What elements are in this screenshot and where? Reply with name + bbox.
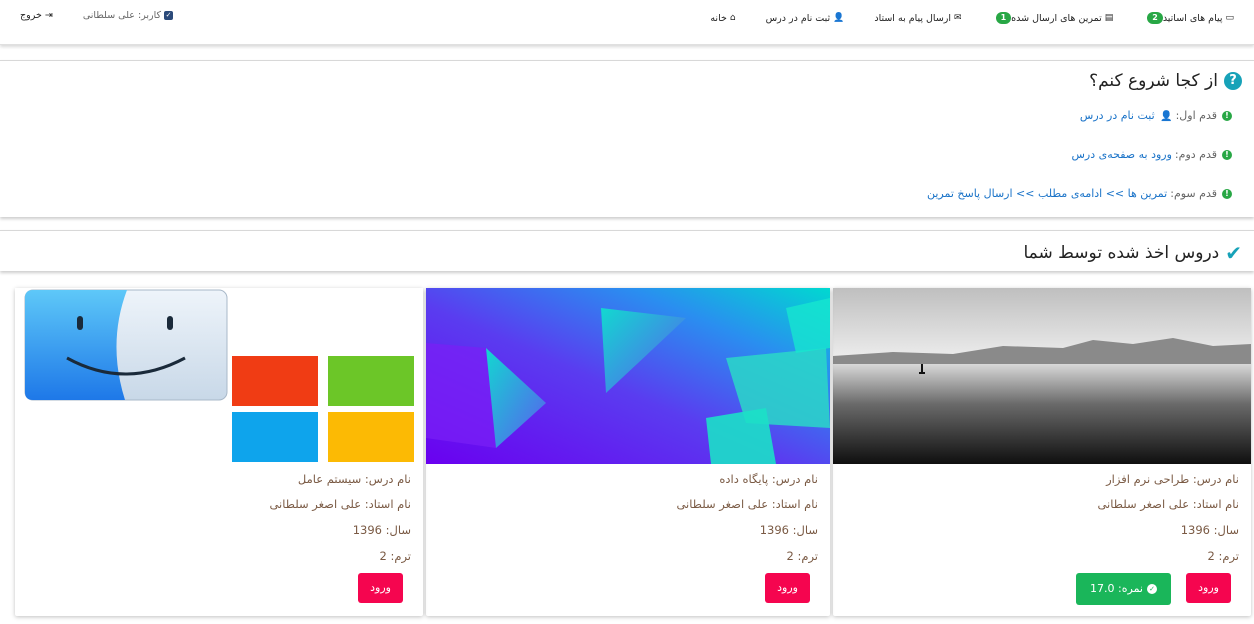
- course-name: نام درس: سیستم عامل: [297, 472, 411, 486]
- course-image-sea: [833, 288, 1251, 464]
- step-prefix: قدم دوم:: [1174, 148, 1217, 161]
- step-2: ! قدم دوم: ورود به صفحه‌ی درس: [1071, 148, 1232, 161]
- nav-item-teacher-messages[interactable]: ▭ پیام های اساتید 2: [1143, 12, 1234, 24]
- course-term: ترم: 2: [379, 549, 411, 563]
- getting-started-panel: ? از کجا شروع کنم؟ ! قدم اول: 👤 ثبت نام …: [0, 60, 1254, 217]
- course-year: سال: 1396: [352, 523, 411, 537]
- enter-button[interactable]: ورود: [765, 573, 810, 603]
- course-card-software-design: نام درس: طراحی نرم افزار نام استاد: علی …: [833, 288, 1251, 616]
- courses-title: ✔ دروس اخذ شده توسط شما: [1024, 241, 1243, 265]
- user-info[interactable]: ✓ کاربر: علی سلطانی: [82, 10, 174, 21]
- nav-item-label: پیام های اساتید: [1162, 12, 1223, 24]
- check-icon: ✔: [1225, 241, 1242, 265]
- top-navbar: ⌂ خانه 👤 ثبت نام در درس ✉ ارسال پیام به …: [0, 0, 1254, 45]
- step-prefix: قدم سوم:: [1170, 187, 1217, 200]
- exclamation-circle-icon: !: [1222, 188, 1232, 199]
- step-1-link[interactable]: 👤 ثبت نام در درس: [1080, 109, 1173, 122]
- count-badge: 1: [995, 12, 1012, 24]
- nav-item-register[interactable]: 👤 ثبت نام در درس: [766, 13, 845, 24]
- course-term: ترم: 2: [1207, 549, 1239, 563]
- nav-item-label: تمرین های ارسال شده: [1011, 12, 1102, 24]
- grade-button[interactable]: ✓ نمره: 17.0: [1076, 573, 1171, 605]
- user-label: کاربر: علی سلطانی: [82, 10, 162, 21]
- step-3: ! قدم سوم: تمرین ها >> ادامه‌ی مطلب >> ا…: [927, 187, 1232, 200]
- courses-header-panel: ✔ دروس اخذ شده توسط شما: [0, 230, 1254, 271]
- nav-item-home[interactable]: ⌂ خانه: [710, 13, 735, 24]
- nav-item-label: ارسال پیام به استاد: [874, 12, 952, 24]
- step-3-link[interactable]: تمرین ها >> ادامه‌ی مطلب >> ارسال پاسخ ت…: [927, 187, 1167, 200]
- course-year: سال: 1396: [1180, 523, 1239, 537]
- sign-out-icon: ⇥: [44, 10, 53, 21]
- enter-button[interactable]: ورود: [358, 573, 403, 603]
- check-circle-icon: ✓: [1147, 584, 1157, 594]
- logout-label: خروج: [20, 10, 42, 21]
- exclamation-circle-icon: !: [1222, 110, 1232, 121]
- getting-started-title: ? از کجا شروع کنم؟: [1089, 71, 1242, 91]
- course-teacher: نام استاد: علی اصغر سلطانی: [1097, 497, 1239, 511]
- nav-item-label: خانه: [710, 12, 727, 24]
- step-link-text: ثبت نام در درس: [1079, 109, 1155, 122]
- user-plus-icon: 👤: [1160, 111, 1173, 122]
- course-name: نام درس: طراحی نرم افزار: [1106, 472, 1239, 486]
- home-icon: ⌂: [729, 13, 736, 23]
- nav-item-send-message[interactable]: ✉ ارسال پیام به استاد: [874, 13, 961, 24]
- panel-title-text: دروس اخذ شده توسط شما: [1023, 243, 1220, 263]
- enter-button[interactable]: ورود: [1186, 573, 1231, 603]
- nav-item-label: ثبت نام در درس: [765, 12, 831, 24]
- grade-label: نمره: 17.0: [1090, 582, 1143, 595]
- envelope-icon: ✉: [954, 13, 962, 23]
- file-icon: ▤: [1104, 13, 1114, 23]
- nav-menu: ⌂ خانه 👤 ثبت نام در درس ✉ ارسال پیام به …: [680, 10, 1234, 26]
- nav-user-area: ✓ کاربر: علی سلطانی ⇥ خروج: [20, 10, 174, 21]
- course-card-operating-system: نام درس: سیستم عامل نام استاد: علی اصغر …: [15, 288, 423, 616]
- step-prefix: قدم اول:: [1175, 109, 1217, 122]
- user-plus-icon: 👤: [833, 13, 845, 23]
- course-teacher: نام استاد: علی اصغر سلطانی: [269, 497, 411, 511]
- nav-item-sent-exercises[interactable]: ▤ تمرین های ارسال شده 1: [992, 12, 1114, 24]
- step-1: ! قدم اول: 👤 ثبت نام در درس: [1080, 109, 1232, 122]
- course-teacher: نام استاد: علی اصغر سلطانی: [676, 497, 818, 511]
- inbox-icon: ▭: [1225, 13, 1234, 23]
- logout-link[interactable]: ⇥ خروج: [20, 10, 53, 21]
- course-term: ترم: 2: [786, 549, 818, 563]
- step-2-link[interactable]: ورود به صفحه‌ی درس: [1071, 148, 1171, 161]
- course-name: نام درس: پایگاه داده: [719, 472, 818, 486]
- count-badge: 2: [1147, 12, 1163, 24]
- course-card-database: نام درس: پایگاه داده نام استاد: علی اصغر…: [426, 288, 830, 616]
- course-year: سال: 1396: [759, 523, 818, 537]
- check-square-icon: ✓: [164, 11, 174, 20]
- course-image-geometric: [426, 288, 830, 464]
- panel-title-text: از کجا شروع کنم؟: [1089, 71, 1218, 91]
- exclamation-circle-icon: !: [1222, 149, 1232, 160]
- question-circle-icon: ?: [1224, 72, 1242, 90]
- course-image-os-logos: [15, 288, 423, 464]
